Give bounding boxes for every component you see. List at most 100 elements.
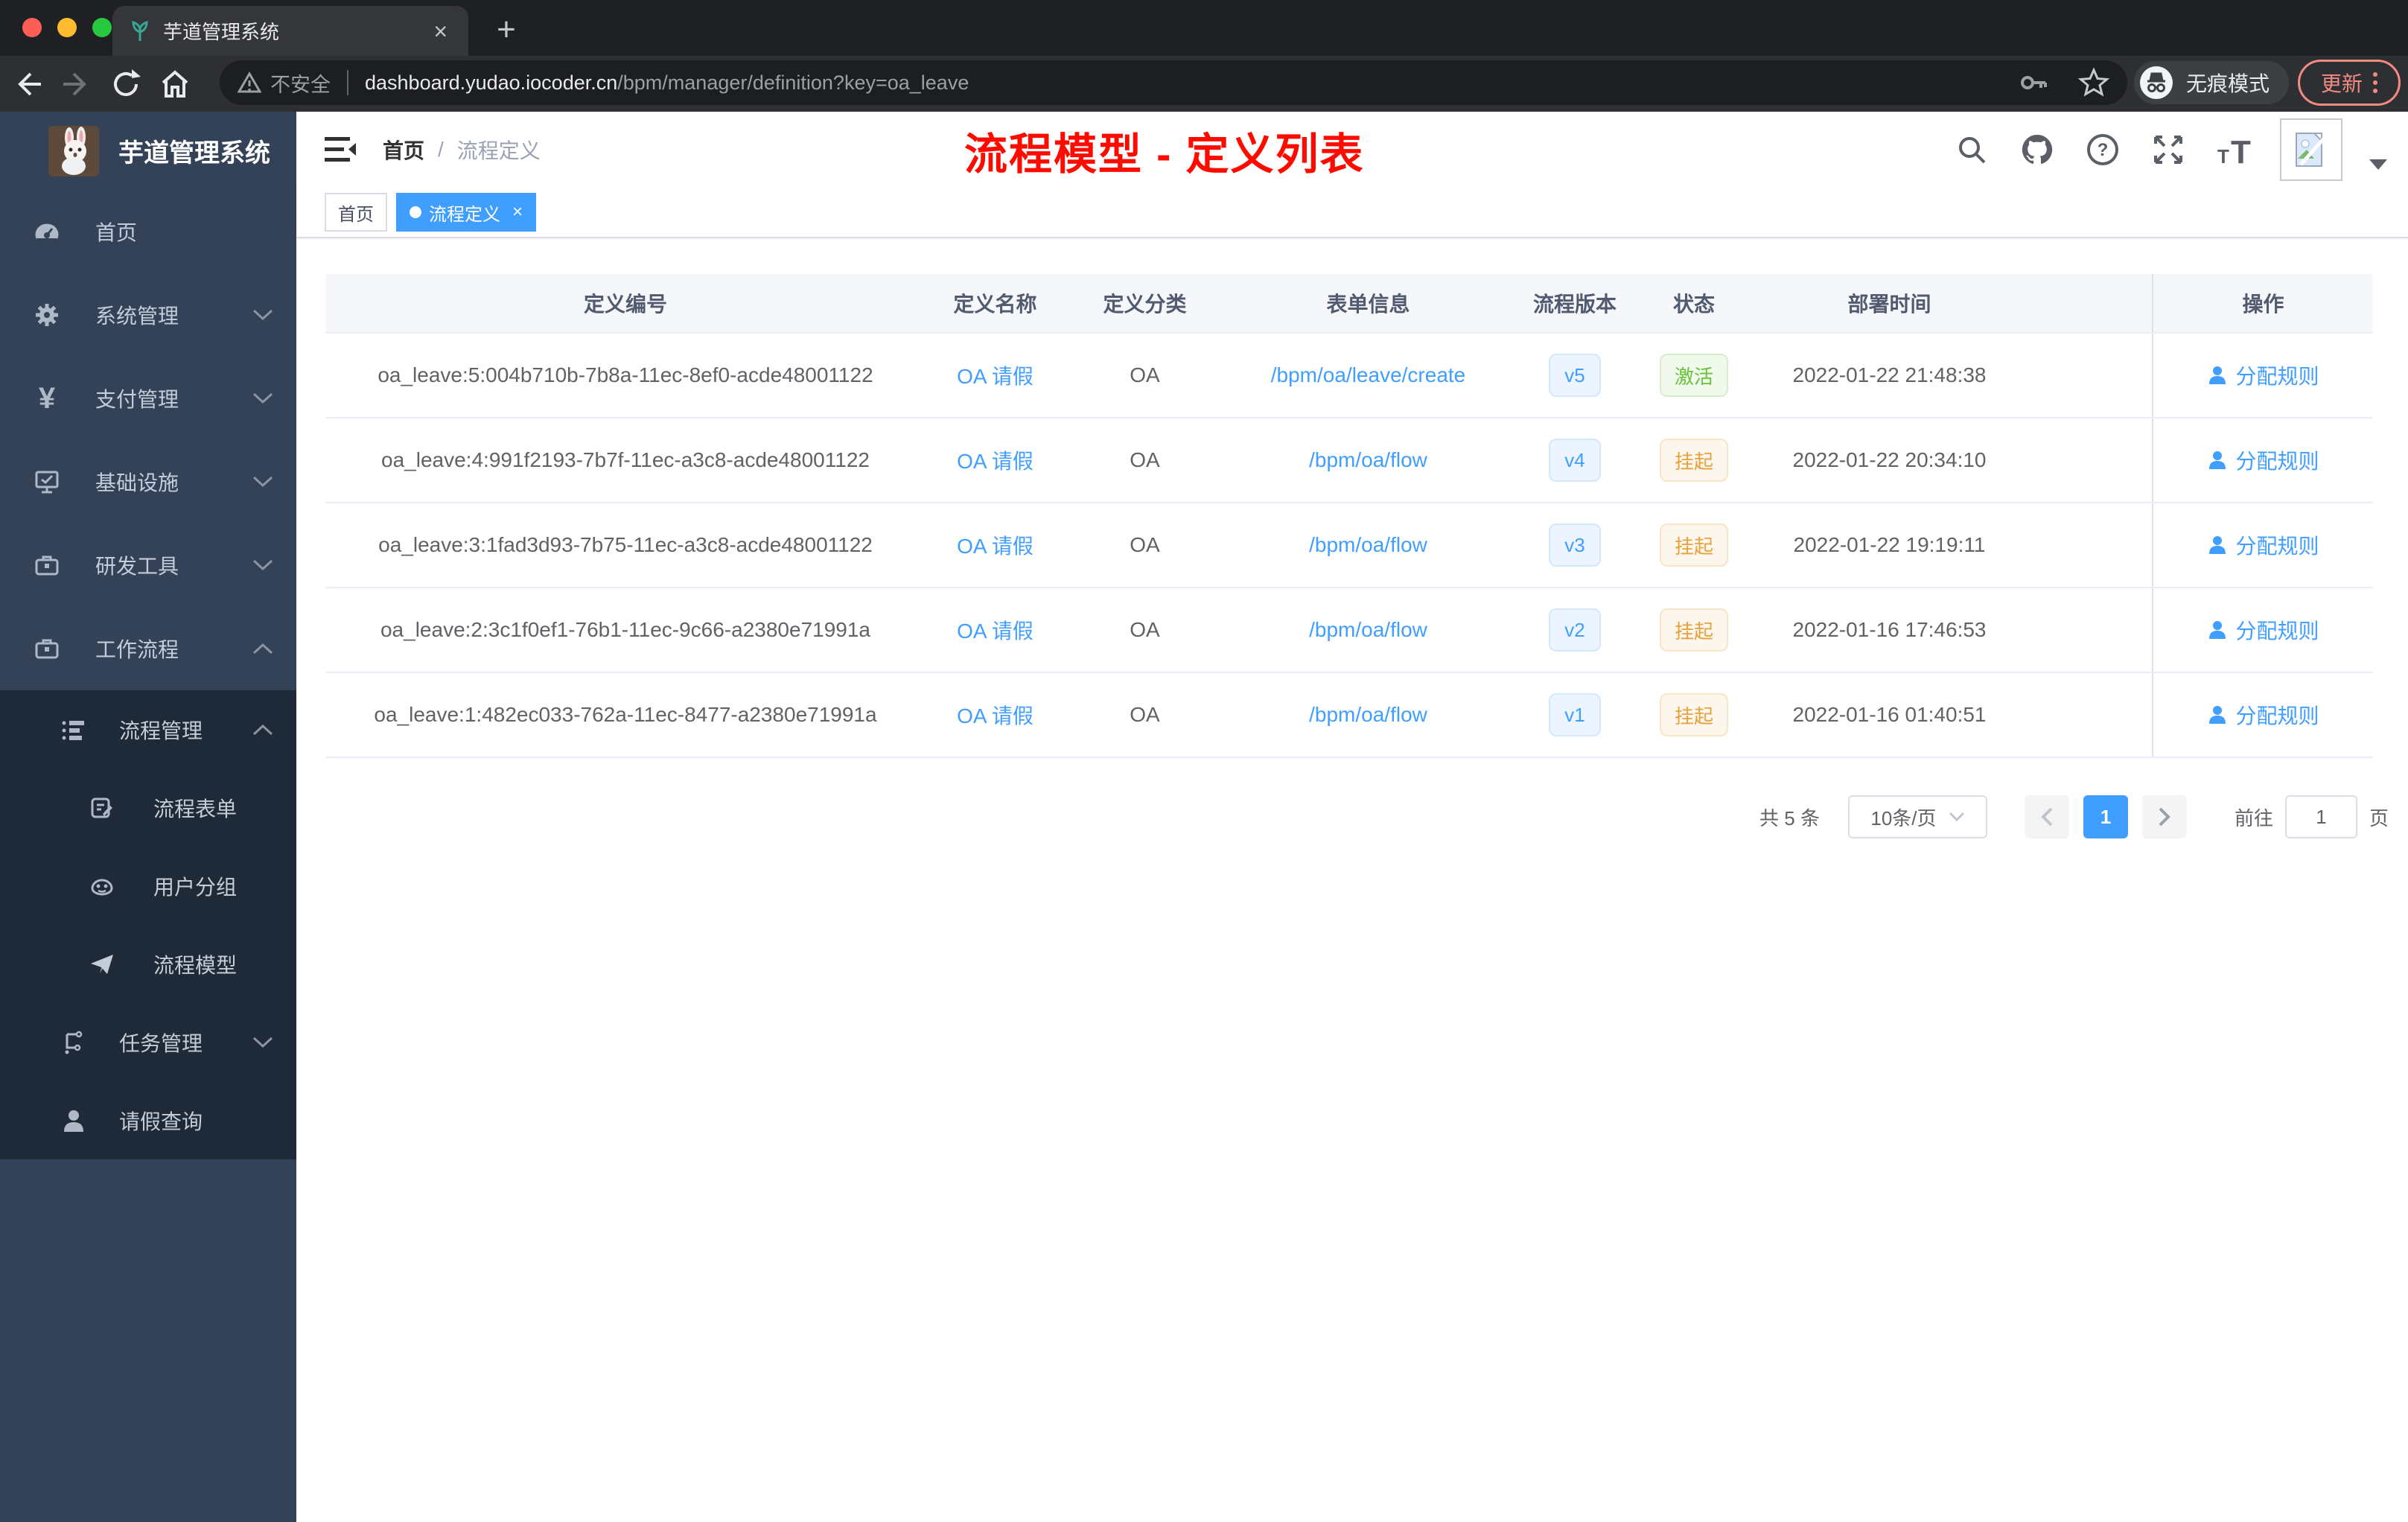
sidebar-item-task-management[interactable]: 任务管理 (0, 1003, 296, 1081)
sidebar-item-process-form[interactable]: 流程表单 (0, 768, 296, 847)
svg-text:?: ? (2098, 140, 2109, 160)
app-logo[interactable]: 芋道管理系统 (0, 112, 296, 190)
definition-name-link[interactable]: OA 请假 (957, 700, 1033, 730)
fullscreen-icon[interactable] (2149, 130, 2188, 169)
assign-rule-button[interactable]: 分配规则 (2207, 530, 2319, 560)
chevron-down-icon (252, 558, 274, 572)
goto-page-input[interactable] (2284, 795, 2357, 838)
security-status[interactable]: 不安全 (238, 69, 331, 98)
chevron-down-icon (1949, 812, 1964, 822)
chevron-down-icon (252, 475, 274, 488)
sidebar-item-dev-tools[interactable]: 研发工具 (0, 523, 296, 607)
github-icon[interactable] (2018, 130, 2057, 169)
url-text: dashboard.yudao.iocoder.cn/bpm/manager/d… (365, 71, 969, 94)
status-badge: 挂起 (1659, 523, 1728, 567)
col-deploy-time: 部署时间 (1847, 293, 1931, 316)
tag-close-icon[interactable]: × (512, 202, 523, 223)
zoom-window-button[interactable] (92, 18, 112, 37)
browser-menu-icon[interactable] (2373, 72, 2377, 93)
status-badge: 挂起 (1659, 439, 1728, 482)
help-icon[interactable]: ? (2083, 130, 2122, 169)
app-title: 芋道管理系统 (118, 139, 270, 168)
sidebar-item-process-model[interactable]: 流程模型 (0, 925, 296, 1003)
page-size-select[interactable]: 10条/页 (1847, 795, 1987, 838)
form-link[interactable]: /bpm/oa/leave/create (1271, 363, 1466, 387)
form-link[interactable]: /bpm/oa/flow (1309, 448, 1427, 472)
next-page-button[interactable] (2141, 795, 2187, 838)
incognito-label: 无痕模式 (2185, 72, 2270, 95)
definition-name-link[interactable]: OA 请假 (957, 445, 1033, 475)
table-row: oa_leave:2:3c1f0ef1-76b1-11ec-9c66-a2380… (325, 588, 2373, 673)
update-button[interactable]: 更新 (2298, 60, 2401, 106)
chevron-down-icon (252, 308, 274, 322)
key-icon[interactable] (2019, 68, 2048, 98)
status-badge: 激活 (1659, 354, 1728, 397)
form-link[interactable]: /bpm/oa/flow (1309, 703, 1427, 727)
minimize-window-button[interactable] (57, 18, 77, 37)
col-filler (2029, 274, 2152, 332)
reload-icon[interactable] (104, 63, 147, 106)
col-definition-id: 定义编号 (583, 293, 667, 316)
avatar[interactable] (2280, 118, 2342, 181)
svg-text:T: T (2231, 134, 2251, 166)
chevron-up-icon (252, 642, 274, 655)
table-row: oa_leave:3:1fad3d93-7b75-11ec-a3c8-acde4… (325, 503, 2373, 588)
sidebar-item-payment[interactable]: ¥ 支付管理 (0, 357, 296, 440)
font-size-icon[interactable]: TT (2214, 130, 2253, 169)
address-bar[interactable]: 不安全 dashboard.yudao.iocoder.cn/bpm/manag… (220, 60, 2127, 105)
assign-rule-button[interactable]: 分配规则 (2207, 700, 2319, 730)
chevron-down-icon (252, 1036, 274, 1049)
sidebar-item-leave-query[interactable]: 请假查询 (0, 1081, 296, 1159)
browser-chrome: 芋道管理系统 × + 不安全 dashboard.yudao.iocoder.c… (0, 0, 2408, 112)
back-icon[interactable] (6, 63, 49, 106)
assign-rule-button[interactable]: 分配规则 (2207, 615, 2319, 645)
prev-page-button[interactable] (2024, 795, 2069, 838)
sidebar-item-home[interactable]: 首页 (0, 190, 296, 273)
definition-id: oa_leave:4:991f2193-7b7f-11ec-a3c8-acde4… (381, 448, 870, 471)
new-tab-button[interactable]: + (485, 9, 527, 51)
deploy-time: 2022-01-22 19:19:11 (1793, 533, 1986, 556)
tab-close-icon[interactable]: × (429, 19, 452, 43)
definition-name-link[interactable]: OA 请假 (957, 615, 1033, 645)
form-link[interactable]: /bpm/oa/flow (1309, 533, 1427, 557)
definition-table: 定义编号 定义名称 定义分类 表单信息 流程版本 状态 部署时间 操作 oa_l… (325, 274, 2373, 758)
sidebar-toggle-icon[interactable] (325, 136, 356, 164)
sidebar-item-system[interactable]: 系统管理 (0, 273, 296, 357)
sidebar-item-infrastructure[interactable]: 基础设施 (0, 440, 296, 523)
search-icon[interactable] (1952, 130, 1991, 169)
close-window-button[interactable] (22, 18, 42, 37)
page-number-button[interactable]: 1 (2083, 795, 2128, 838)
tags-view: 首页 流程定义 × (296, 188, 2408, 238)
tag-process-definition[interactable]: 流程定义 × (396, 193, 537, 232)
tag-home[interactable]: 首页 (325, 193, 387, 232)
browser-toolbar: 不安全 dashboard.yudao.iocoder.cn/bpm/manag… (0, 56, 2408, 112)
workflow-submenu: 流程管理 流程表单 用户分组 流程模型 任务管理 请假查询 (0, 690, 296, 1159)
col-form-info: 表单信息 (1326, 293, 1410, 316)
assign-rule-button[interactable]: 分配规则 (2207, 445, 2319, 475)
content: 定义编号 定义名称 定义分类 表单信息 流程版本 状态 部署时间 操作 oa_l… (296, 240, 2408, 1522)
browser-tab[interactable]: 芋道管理系统 × (112, 6, 468, 56)
definition-name-link[interactable]: OA 请假 (957, 360, 1033, 390)
yen-icon: ¥ (38, 382, 56, 415)
home-icon[interactable] (153, 63, 197, 106)
definition-category: OA (1130, 448, 1160, 471)
bookmark-star-icon[interactable] (2078, 67, 2109, 98)
deploy-time: 2022-01-16 01:40:51 (1792, 703, 1987, 726)
avatar-caret-icon[interactable] (2369, 159, 2387, 170)
version-badge: v3 (1549, 523, 1601, 567)
sidebar-item-user-group[interactable]: 用户分组 (0, 847, 296, 925)
forward-icon[interactable] (55, 63, 98, 106)
sidebar-item-workflow[interactable]: 工作流程 (0, 607, 296, 690)
form-link[interactable]: /bpm/oa/flow (1309, 618, 1427, 642)
toolbox-icon (34, 553, 60, 578)
assign-rule-button[interactable]: 分配规则 (2207, 360, 2319, 390)
task-tree-icon (61, 1030, 86, 1055)
table-header: 定义编号 定义名称 定义分类 表单信息 流程版本 状态 部署时间 操作 (325, 274, 2373, 334)
definition-name-link[interactable]: OA 请假 (957, 530, 1033, 560)
person-icon (2209, 366, 2226, 384)
definition-id: oa_leave:2:3c1f0ef1-76b1-11ec-9c66-a2380… (380, 618, 870, 641)
total-count: 共 5 条 (1759, 806, 1820, 830)
breadcrumb-separator: / (438, 138, 444, 161)
breadcrumb-home[interactable]: 首页 (383, 135, 424, 165)
sidebar-item-process-management[interactable]: 流程管理 (0, 690, 296, 768)
